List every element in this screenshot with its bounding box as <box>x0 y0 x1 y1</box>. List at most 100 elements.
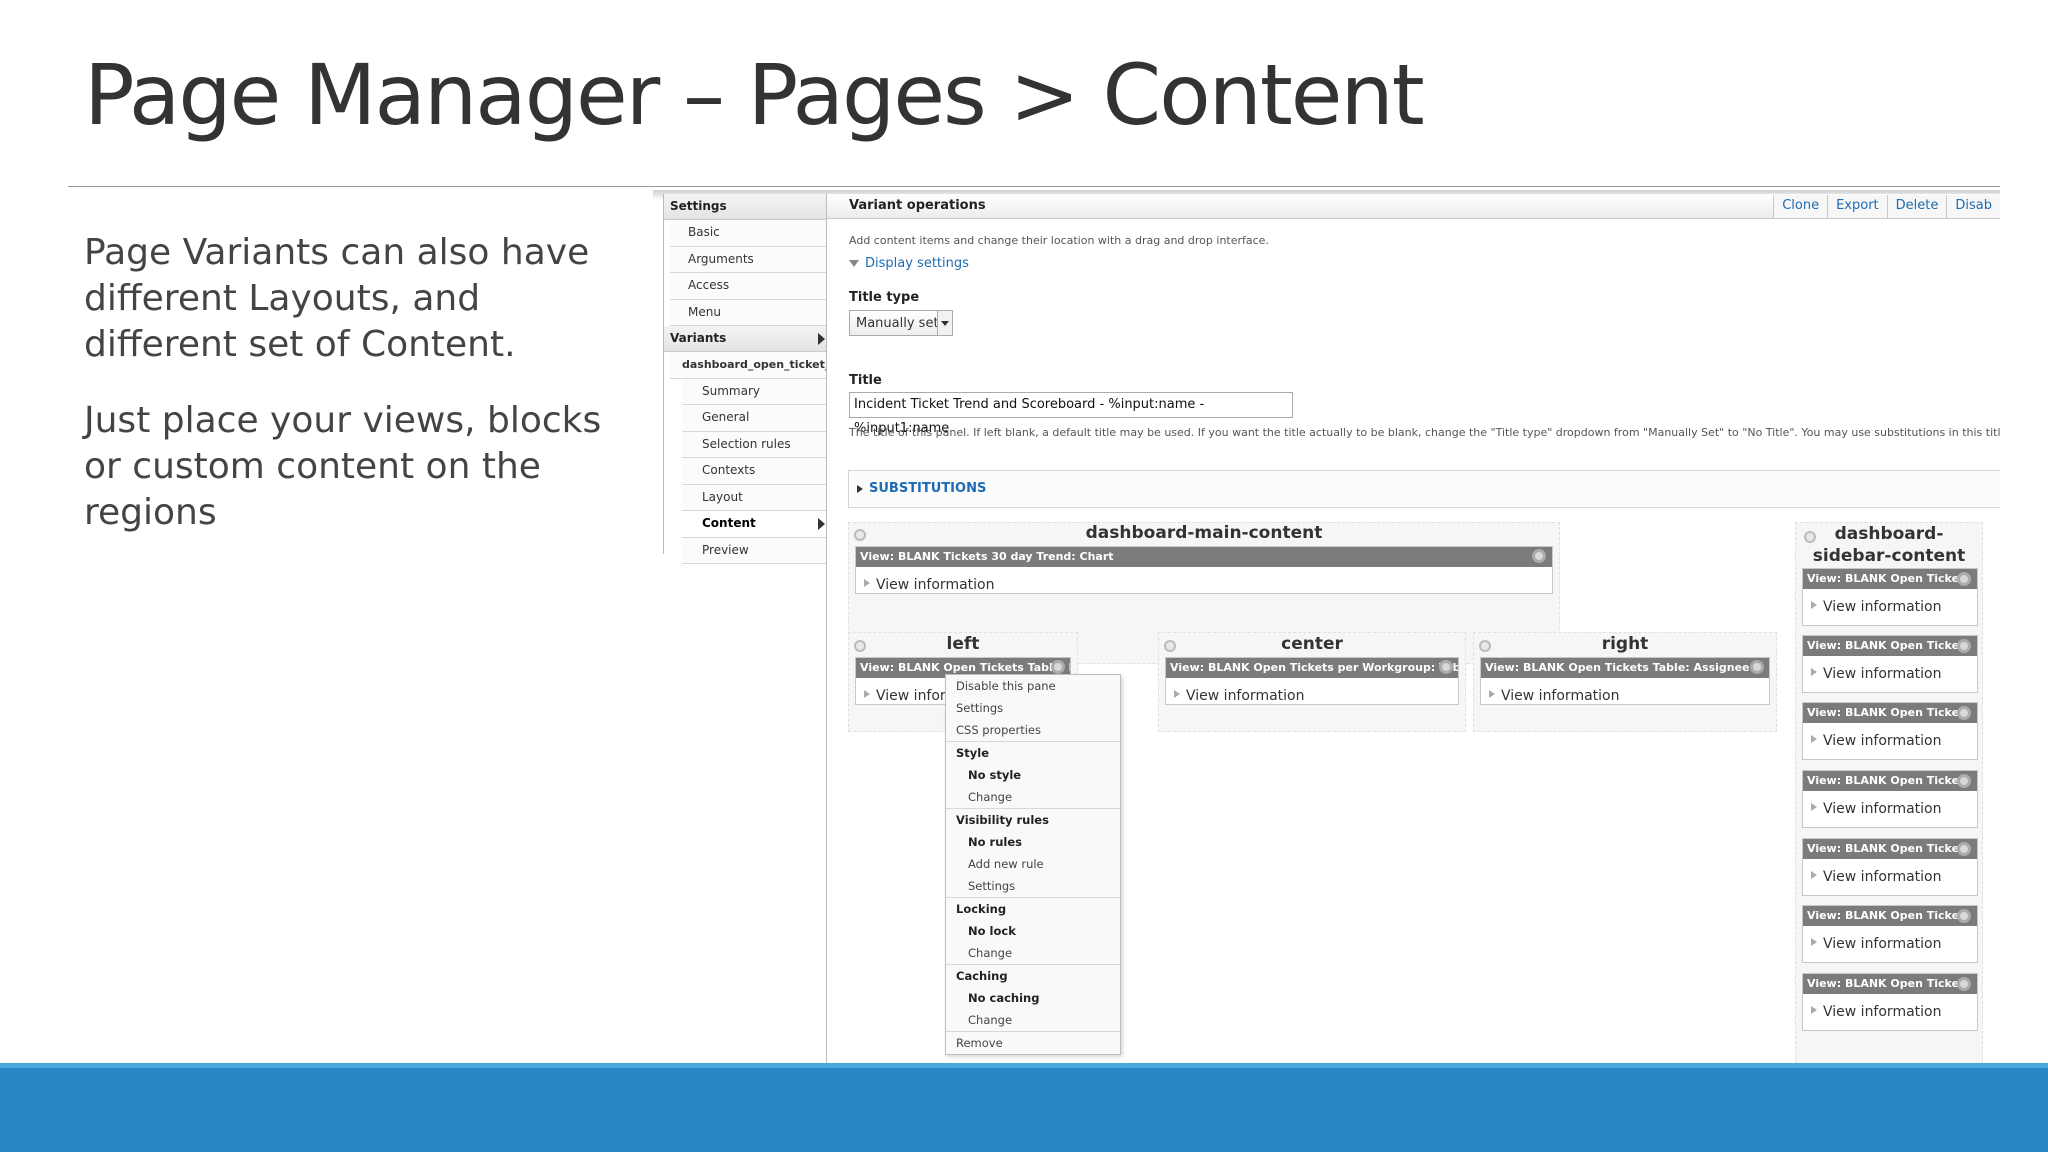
pane-view-information[interactable]: View information <box>1803 791 1977 819</box>
menu-item-css-properties[interactable]: CSS properties <box>946 719 1120 741</box>
disable-button[interactable]: Disab <box>1946 195 2000 218</box>
pane-header[interactable]: View: BLANK Open Ticket <box>1803 771 1977 791</box>
menu-item-locking: Locking <box>946 897 1120 920</box>
pane-view-information[interactable]: View information <box>1803 926 1977 954</box>
gear-icon[interactable] <box>1957 842 1971 856</box>
menu-item-caching: Caching <box>946 964 1120 987</box>
chevron-right-icon <box>818 518 825 530</box>
nav-item-general[interactable]: General <box>682 405 827 432</box>
gear-icon[interactable] <box>1957 706 1971 720</box>
menu-item-style: Style <box>946 741 1120 764</box>
nav-item-content-label: Content <box>702 516 756 530</box>
gear-icon[interactable] <box>1957 909 1971 923</box>
menu-item-no-lock: No lock <box>968 924 1016 938</box>
sidebar-pane-2[interactable]: View: BLANK Open Ticket View information <box>1802 635 1978 693</box>
nav-item-variant-name[interactable]: dashboard_open_ticket_ti <box>670 352 827 379</box>
nav-item-content[interactable]: Content <box>682 511 827 538</box>
nav-group-variants[interactable]: Variants <box>664 326 827 352</box>
menu-item-disable-this-pane[interactable]: Disable this pane <box>946 675 1120 697</box>
pane-view-information[interactable]: View information <box>1803 859 1977 887</box>
title-label: Title <box>849 373 882 388</box>
nav-group-settings[interactable]: Settings <box>664 194 827 220</box>
sidebar-pane-5[interactable]: View: BLANK Open Ticket View information <box>1802 838 1978 896</box>
pane-header[interactable]: View: BLANK Open Ticket <box>1803 974 1977 994</box>
gear-icon[interactable] <box>1051 660 1065 674</box>
pane-header[interactable]: View: BLANK Open Ticket <box>1803 839 1977 859</box>
pane-tickets-trend-chart[interactable]: View: BLANK Tickets 30 day Trend: Chart … <box>855 546 1553 594</box>
body-paragraph-regions: Just place your views, blocks or custom … <box>84 400 602 533</box>
nav-item-layout[interactable]: Layout <box>682 484 827 511</box>
triangle-right-icon <box>857 484 863 493</box>
gear-icon[interactable] <box>1532 549 1546 563</box>
slide-title: Page Manager – Pages > Content <box>84 46 1425 144</box>
sidebar-pane-1[interactable]: View: BLANK Open Ticket View information <box>1802 568 1978 626</box>
menu-item-settings[interactable]: Settings <box>946 697 1120 719</box>
menu-item-visibility-rules: Visibility rules <box>946 808 1120 831</box>
title-help-text: The title of this panel. If left blank, … <box>849 426 2000 439</box>
substitutions-label: SUBSTITUTIONS <box>869 481 987 496</box>
menu-item-add-new-rule[interactable]: Add new rule <box>946 853 1120 875</box>
pane-header[interactable]: View: BLANK Open Tickets per Workgroup: … <box>1166 658 1458 678</box>
menu-item-change[interactable]: Change <box>946 942 1120 964</box>
gear-icon[interactable] <box>1957 977 1971 991</box>
nav-item-summary[interactable]: Summary <box>682 378 827 405</box>
pane-view-information[interactable]: View information <box>1481 678 1769 706</box>
pane-view-information[interactable]: View information <box>1803 656 1977 684</box>
region-title-sidebar-line2: sidebar-content <box>1812 546 1966 566</box>
pane-open-tickets-per-workgroup[interactable]: View: BLANK Open Tickets per Workgroup: … <box>1165 657 1459 705</box>
display-settings-toggle[interactable]: Display settings <box>849 256 969 271</box>
variant-actions: Clone Export Delete Disab <box>1773 194 2000 218</box>
title-type-select[interactable]: Manually set <box>849 310 953 336</box>
title-input[interactable]: Incident Ticket Trend and Scoreboard - %… <box>849 392 1293 436</box>
nav-item-menu[interactable]: Menu <box>670 299 827 326</box>
gear-icon[interactable] <box>1957 639 1971 653</box>
title-divider <box>68 186 2000 187</box>
pane-view-information[interactable]: View information <box>1803 589 1977 617</box>
variant-nav: Settings Basic Arguments Access Menu Var… <box>664 194 827 564</box>
gear-icon[interactable] <box>1957 774 1971 788</box>
pane-header[interactable]: View: BLANK Open Ticket <box>1803 569 1977 589</box>
display-settings-label: Display settings <box>865 256 969 271</box>
clone-button[interactable]: Clone <box>1773 195 1828 218</box>
menu-item-change[interactable]: Change <box>946 786 1120 808</box>
gear-icon[interactable] <box>1957 572 1971 586</box>
menu-item-change[interactable]: Change <box>946 1009 1120 1031</box>
body-paragraph-layouts: Page Variants can also have different La… <box>84 232 590 365</box>
menu-item-settings[interactable]: Settings <box>946 875 1120 897</box>
delete-button[interactable]: Delete <box>1886 195 1947 218</box>
region-title-main: dashboard-main-content <box>1085 523 1323 543</box>
nav-item-basic[interactable]: Basic <box>670 220 827 247</box>
nav-item-contexts[interactable]: Contexts <box>682 458 827 485</box>
sidebar-pane-6[interactable]: View: BLANK Open Ticket View information <box>1802 905 1978 963</box>
page-manager-screenshot: Settings Basic Arguments Access Menu Var… <box>653 190 2000 1066</box>
pane-header[interactable]: View: BLANK Open Ticket <box>1803 906 1977 926</box>
region-dashboard-sidebar-content: dashboard- sidebar-content View: BLANK O… <box>1795 522 1983 1064</box>
nav-content-divider <box>826 194 827 1066</box>
pane-header[interactable]: View: BLANK Tickets 30 day Trend: Chart <box>856 547 1552 567</box>
nav-item-preview[interactable]: Preview <box>682 537 827 564</box>
pane-view-information[interactable]: View information <box>1803 994 1977 1022</box>
pane-header[interactable]: View: BLANK Open Tickets Table: Assignee <box>1481 658 1769 678</box>
substitutions-fieldset[interactable]: SUBSTITUTIONS <box>848 470 2000 508</box>
chevron-right-icon <box>818 333 825 345</box>
gear-icon[interactable] <box>1750 660 1764 674</box>
nav-item-selection-rules[interactable]: Selection rules <box>682 431 827 458</box>
variant-operations-title: Variant operations <box>849 198 986 213</box>
nav-item-arguments[interactable]: Arguments <box>670 246 827 273</box>
sidebar-pane-3[interactable]: View: BLANK Open Ticket View information <box>1802 702 1978 760</box>
sidebar-pane-7[interactable]: View: BLANK Open Ticket View information <box>1802 973 1978 1031</box>
pane-view-information[interactable]: View information <box>1166 678 1458 706</box>
gear-icon[interactable] <box>1439 660 1453 674</box>
menu-item-remove[interactable]: Remove <box>946 1031 1120 1054</box>
sidebar-pane-4[interactable]: View: BLANK Open Ticket View information <box>1802 770 1978 828</box>
region-title-sidebar-line1: dashboard- <box>1834 524 1944 544</box>
pane-view-information[interactable]: View information <box>1803 723 1977 751</box>
pane-header[interactable]: View: BLANK Open Ticket <box>1803 636 1977 656</box>
pane-view-information[interactable]: View information <box>856 567 1552 595</box>
pane-open-tickets-assignee[interactable]: View: BLANK Open Tickets Table: Assignee… <box>1480 657 1770 705</box>
export-button[interactable]: Export <box>1827 195 1887 218</box>
pane-header[interactable]: View: BLANK Open Ticket <box>1803 703 1977 723</box>
triangle-down-icon <box>849 260 859 267</box>
footer-band <box>0 1068 2048 1152</box>
nav-item-access[interactable]: Access <box>670 273 827 300</box>
